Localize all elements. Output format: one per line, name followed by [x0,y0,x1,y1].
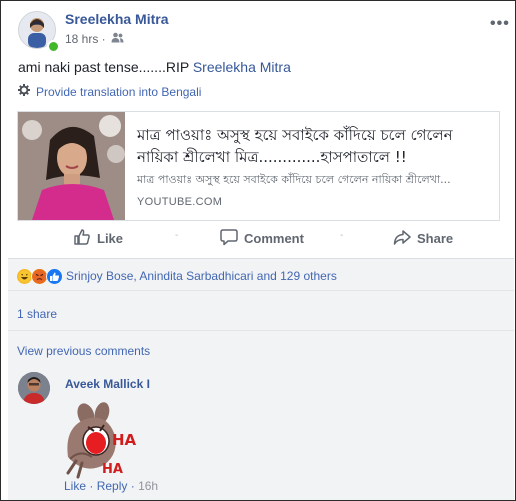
thumbs-up-icon [73,228,91,249]
friends-audience-icon[interactable] [111,32,124,46]
sticker-text: HA [112,431,137,449]
link-domain: YOUTUBE.COM [137,196,223,208]
view-previous-comments-link[interactable]: View previous comments [17,344,150,358]
shares-summary: 1 share [8,290,514,331]
comment-timestamp[interactable]: 16h [138,479,158,493]
mention-link[interactable]: Sreelekha Mitra [193,59,291,75]
reactions-summary: Srinjoy Bose, Anindita Sarbadhicari and … [8,258,514,291]
share-arrow-icon [393,228,411,249]
comment-like-link[interactable]: Like [64,479,86,493]
action-separator: - [175,230,179,241]
comment-label: Comment [244,231,304,246]
translate-link[interactable]: Provide translation into Bengali [18,84,201,99]
post-timestamp[interactable]: 18 hrs · [65,32,106,46]
post-author-name[interactable]: Sreelekha Mitra [65,11,169,27]
post-text: ami naki past tense.......RIP Sreelekha … [18,59,291,75]
link-thumbnail-image [18,112,125,220]
reaction-icons[interactable] [16,268,63,285]
like-icon [46,268,63,285]
speech-bubble-icon [220,228,238,249]
comment-action-separator: · [89,479,94,493]
action-separator: - [340,230,344,241]
post-meta: 18 hrs · [65,32,124,46]
sticker-text: HA [102,462,123,477]
comment-author-name[interactable]: Aveek Mallick I [65,377,150,391]
share-button[interactable]: Share [393,228,453,249]
share-label: Share [417,231,454,246]
post-actions: Like - Comment - Share [18,224,498,254]
online-status-icon [47,40,60,53]
post-text-body: ami naki past tense.......RIP [18,59,193,75]
like-label: Like [97,231,124,246]
share-count-link[interactable]: 1 share [17,307,57,321]
commenter-avatar[interactable] [18,372,50,404]
gear-icon [18,84,30,99]
comments-section: View previous comments Aveek Mallick I H… [8,330,514,500]
like-button[interactable]: Like [73,228,123,249]
comment-button[interactable]: Comment [220,228,304,249]
reaction-names-link[interactable]: Srinjoy Bose, Anindita Sarbadhicari and … [66,269,337,283]
post-header: Sreelekha Mitra 18 hrs · ••• [18,11,509,55]
comment-action-separator: · [130,479,135,493]
comment-actions: Like · Reply · 16h [64,479,158,493]
link-preview-card[interactable]: মাত্র পাওয়াঃ অসুস্থ হয়ে সবাইকে কাঁদিয়… [17,111,500,221]
translate-label: Provide translation into Bengali [36,84,202,99]
comment-reply-link[interactable]: Reply [97,479,128,493]
haha-sticker-image: HA HA [62,401,140,483]
link-title[interactable]: মাত্র পাওয়াঃ অসুস্থ হয়ে সবাইকে কাঁদিয়… [137,124,493,168]
post-options-icon[interactable]: ••• [490,15,510,33]
link-description: মাত্র পাওয়াঃ অসুস্থ হয়ে সবাইকে কাঁদিয়… [137,173,451,186]
